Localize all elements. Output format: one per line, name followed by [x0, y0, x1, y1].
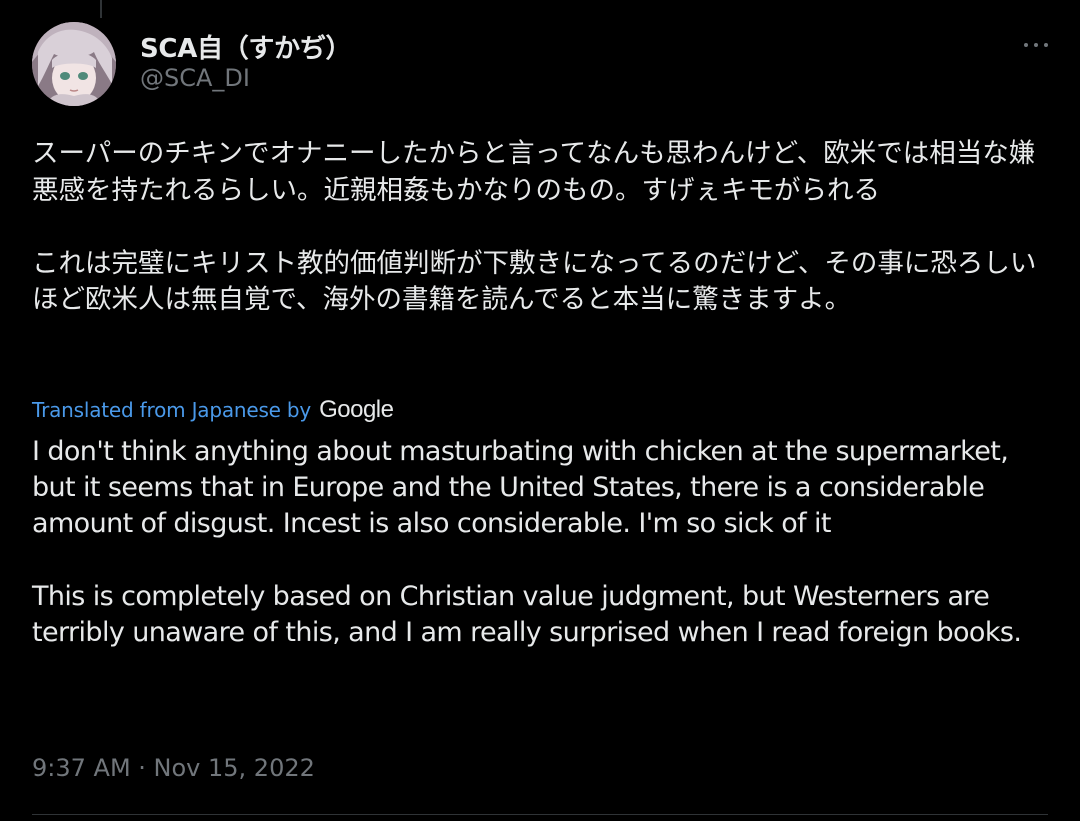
translation-attribution: Translated from Japanese by Google — [32, 395, 394, 425]
original-paragraph: スーパーのチキンでオナニーしたからと言ってなんも思わんけど、欧米では相当な嫌悪感… — [32, 138, 1036, 206]
author-display-name[interactable]: SCA自（すかぢ） — [140, 28, 352, 65]
divider — [32, 814, 1048, 815]
google-logo: Google — [319, 396, 394, 423]
translated-from-link[interactable]: Translated from Japanese by — [32, 398, 311, 422]
more-horizontal-icon — [1024, 43, 1028, 47]
thread-connector-line — [100, 0, 102, 18]
original-paragraph: これは完璧にキリスト教的価値判断が下敷きになってるのだけど、その事に恐ろしいほど… — [32, 247, 1037, 316]
more-options-button[interactable] — [1014, 30, 1058, 60]
avatar-anime-girl-icon — [32, 22, 116, 106]
translated-paragraph: I don't think anything about masturbatin… — [32, 436, 1009, 540]
translated-paragraph: This is completely based on Christian va… — [32, 580, 1022, 648]
more-horizontal-icon-dot — [1044, 43, 1048, 47]
avatar[interactable] — [32, 22, 116, 106]
more-horizontal-icon-dot — [1034, 43, 1038, 47]
tweet-timestamp[interactable]: 9:37 AM · Nov 15, 2022 — [32, 754, 315, 782]
tweet-original-text: スーパーのチキンでオナニーしたからと言ってなんも思わんけど、欧米では相当な嫌悪感… — [32, 136, 1054, 319]
author-handle[interactable]: @SCA_DI — [140, 64, 250, 92]
tweet-translated-text: I don't think anything about masturbatin… — [32, 434, 1057, 651]
